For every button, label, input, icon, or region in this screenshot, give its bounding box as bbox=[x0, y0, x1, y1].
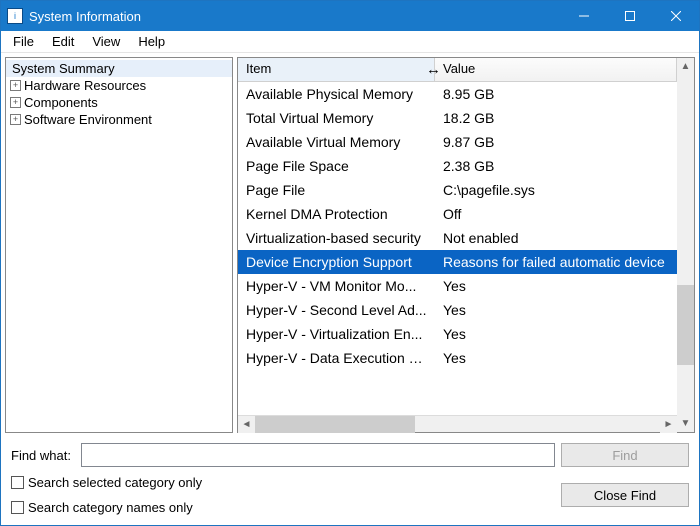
list-row[interactable]: Hyper-V - Virtualization En...Yes bbox=[238, 322, 677, 346]
menu-view[interactable]: View bbox=[84, 32, 128, 51]
scroll-right-button[interactable]: ► bbox=[660, 416, 677, 433]
list-row[interactable]: Hyper-V - Data Execution P...Yes bbox=[238, 346, 677, 370]
cell-item: Hyper-V - Second Level Ad... bbox=[238, 302, 435, 318]
minimize-button[interactable] bbox=[561, 1, 607, 31]
column-header-item[interactable]: Item bbox=[238, 58, 435, 82]
vertical-scrollbar[interactable]: ▲ ▼ bbox=[677, 58, 694, 432]
list-row[interactable]: Page File Space2.38 GB bbox=[238, 154, 677, 178]
checkbox-label: Search category names only bbox=[28, 500, 193, 515]
app-window: i System Information File Edit View Help… bbox=[0, 0, 700, 526]
list-row[interactable]: Device Encryption SupportReasons for fai… bbox=[238, 250, 677, 274]
cell-item: Available Physical Memory bbox=[238, 86, 435, 102]
tree-node[interactable]: +Software Environment bbox=[6, 111, 232, 128]
horizontal-scrollbar[interactable]: ◄ ► bbox=[238, 415, 677, 432]
close-button[interactable] bbox=[653, 1, 699, 31]
find-button[interactable]: Find bbox=[561, 443, 689, 467]
cell-value: Reasons for failed automatic device bbox=[435, 254, 677, 270]
cell-item: Hyper-V - Data Execution P... bbox=[238, 350, 435, 366]
cell-value: 8.95 GB bbox=[435, 86, 677, 102]
column-headers: Item Value ↔ bbox=[238, 58, 677, 82]
checkbox-icon bbox=[11, 476, 24, 489]
category-tree[interactable]: System Summary +Hardware Resources+Compo… bbox=[5, 57, 233, 433]
cell-value: 9.87 GB bbox=[435, 134, 677, 150]
menu-file[interactable]: File bbox=[5, 32, 42, 51]
cell-value: C:\pagefile.sys bbox=[435, 182, 677, 198]
rows-container: Available Physical Memory8.95 GBTotal Vi… bbox=[238, 82, 677, 415]
expand-icon[interactable]: + bbox=[10, 80, 21, 91]
window-title: System Information bbox=[29, 9, 561, 24]
list-row[interactable]: Hyper-V - VM Monitor Mo...Yes bbox=[238, 274, 677, 298]
list-row[interactable]: Hyper-V - Second Level Ad...Yes bbox=[238, 298, 677, 322]
list-row[interactable]: Page FileC:\pagefile.sys bbox=[238, 178, 677, 202]
cell-value: Yes bbox=[435, 302, 677, 318]
maximize-button[interactable] bbox=[607, 1, 653, 31]
cell-value: Off bbox=[435, 206, 677, 222]
cell-item: Page File bbox=[238, 182, 435, 198]
tree-node[interactable]: +Components bbox=[6, 94, 232, 111]
content-area: System Summary +Hardware Resources+Compo… bbox=[1, 53, 699, 437]
menubar: File Edit View Help bbox=[1, 31, 699, 53]
cell-value: 18.2 GB bbox=[435, 110, 677, 126]
close-find-button[interactable]: Close Find bbox=[561, 483, 689, 507]
checkbox-label: Search selected category only bbox=[28, 475, 202, 490]
cell-value: Yes bbox=[435, 350, 677, 366]
hscroll-track[interactable] bbox=[255, 416, 660, 433]
cell-item: Virtualization-based security bbox=[238, 230, 435, 246]
find-label: Find what: bbox=[11, 448, 75, 463]
tree-node[interactable]: +Hardware Resources bbox=[6, 77, 232, 94]
app-icon: i bbox=[7, 8, 23, 24]
list-row[interactable]: Virtualization-based securityNot enabled bbox=[238, 226, 677, 250]
tree-root-system-summary[interactable]: System Summary bbox=[6, 60, 232, 77]
cell-value: Not enabled bbox=[435, 230, 677, 246]
cell-item: Hyper-V - Virtualization En... bbox=[238, 326, 435, 342]
tree-node-label: Components bbox=[24, 95, 98, 110]
details-list: Item Value ↔ Available Physical Memory8.… bbox=[238, 58, 677, 432]
vscroll-thumb[interactable] bbox=[677, 285, 694, 365]
scroll-up-button[interactable]: ▲ bbox=[677, 58, 694, 75]
expand-icon[interactable]: + bbox=[10, 97, 21, 108]
cell-value: Yes bbox=[435, 278, 677, 294]
cell-item: Page File Space bbox=[238, 158, 435, 174]
cell-item: Device Encryption Support bbox=[238, 254, 435, 270]
details-pane: Item Value ↔ Available Physical Memory8.… bbox=[237, 57, 695, 433]
list-row[interactable]: Available Physical Memory8.95 GB bbox=[238, 82, 677, 106]
list-row[interactable]: Total Virtual Memory18.2 GB bbox=[238, 106, 677, 130]
titlebar[interactable]: i System Information bbox=[1, 1, 699, 31]
cell-value: Yes bbox=[435, 326, 677, 342]
cell-item: Total Virtual Memory bbox=[238, 110, 435, 126]
cell-item: Available Virtual Memory bbox=[238, 134, 435, 150]
scroll-left-button[interactable]: ◄ bbox=[238, 416, 255, 433]
expand-icon[interactable]: + bbox=[10, 114, 21, 125]
tree-node-label: Hardware Resources bbox=[24, 78, 146, 93]
search-category-names-checkbox[interactable]: Search category names only bbox=[11, 500, 549, 515]
vscroll-track[interactable] bbox=[677, 75, 694, 415]
list-row[interactable]: Kernel DMA ProtectionOff bbox=[238, 202, 677, 226]
cell-item: Hyper-V - VM Monitor Mo... bbox=[238, 278, 435, 294]
list-row[interactable]: Available Virtual Memory9.87 GB bbox=[238, 130, 677, 154]
cell-item: Kernel DMA Protection bbox=[238, 206, 435, 222]
tree-node-label: Software Environment bbox=[24, 112, 152, 127]
find-input[interactable] bbox=[81, 443, 555, 467]
cell-value: 2.38 GB bbox=[435, 158, 677, 174]
menu-edit[interactable]: Edit bbox=[44, 32, 82, 51]
column-header-value[interactable]: Value bbox=[435, 58, 677, 82]
checkbox-icon bbox=[11, 501, 24, 514]
search-selected-category-checkbox[interactable]: Search selected category only bbox=[11, 475, 549, 490]
find-bar: Find what: Find Search selected category… bbox=[1, 437, 699, 525]
menu-help[interactable]: Help bbox=[130, 32, 173, 51]
hscroll-thumb[interactable] bbox=[255, 416, 415, 433]
scroll-down-button[interactable]: ▼ bbox=[677, 415, 694, 432]
